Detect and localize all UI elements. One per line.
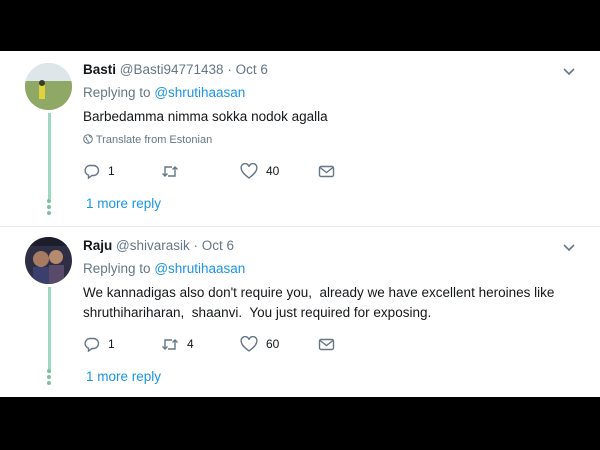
like-count: 40 (266, 164, 280, 178)
reply-count: 1 (108, 337, 115, 351)
heart-icon (240, 162, 258, 179)
more-replies-link[interactable]: 1 more reply (86, 196, 161, 211)
like-count: 60 (266, 337, 280, 351)
message-button[interactable] (318, 161, 335, 181)
envelope-icon (318, 338, 335, 350)
mention-link[interactable]: @shrutihaasan (154, 261, 245, 276)
timestamp[interactable]: Oct 6 (202, 238, 234, 253)
handle[interactable]: @Basti94771438 (120, 62, 224, 77)
tweet-actions: 1 4 60 (83, 334, 383, 354)
retweet-icon (162, 338, 178, 350)
tweet-basti[interactable]: Basti @Basti94771438 · Oct 6 Replying to… (0, 51, 600, 226)
separator: · (227, 62, 232, 77)
like-button[interactable]: 60 (240, 334, 279, 354)
avatar[interactable] (25, 237, 72, 284)
more-replies-link[interactable]: 1 more reply (86, 369, 161, 384)
tweet-header: Raju @shivarasik · Oct 6 (83, 238, 234, 253)
globe-icon (83, 134, 93, 144)
mention-link[interactable]: @shrutihaasan (154, 85, 245, 100)
thread-dots (47, 199, 53, 217)
like-button[interactable]: 40 (240, 161, 279, 181)
heart-icon (240, 335, 258, 352)
envelope-icon (318, 165, 335, 177)
chevron-down-icon[interactable] (563, 241, 575, 253)
timestamp[interactable]: Oct 6 (236, 62, 268, 77)
translate-label: Translate from Estonian (95, 134, 213, 146)
retweet-button[interactable]: 4 (161, 334, 194, 354)
message-button[interactable] (318, 334, 335, 354)
thread-dots (47, 369, 53, 387)
tweet-actions: 1 40 (83, 161, 383, 181)
reply-button[interactable]: 1 (83, 334, 115, 354)
handle[interactable]: @shivarasik (116, 238, 190, 253)
chevron-down-icon[interactable] (563, 65, 575, 77)
retweet-icon (162, 165, 178, 177)
replying-prefix: Replying to (83, 261, 151, 276)
tweet-header: Basti @Basti94771438 · Oct 6 (83, 62, 268, 77)
tweet-text: We kannadigas also don't require you, al… (83, 285, 559, 320)
replying-prefix: Replying to (83, 85, 151, 100)
translate-link[interactable]: Translate from Estonian (83, 134, 212, 146)
replying-to: Replying to @shrutihaasan (83, 261, 245, 276)
separator: · (193, 238, 199, 253)
retweet-count: 4 (187, 337, 194, 351)
reply-icon (84, 337, 100, 352)
reply-count: 1 (108, 164, 115, 178)
twitter-replies-panel: Basti @Basti94771438 · Oct 6 Replying to… (0, 51, 600, 397)
display-name[interactable]: Basti (83, 62, 116, 77)
reply-icon (84, 164, 100, 179)
replying-to: Replying to @shrutihaasan (83, 85, 245, 100)
thread-line (48, 113, 51, 199)
avatar[interactable] (25, 63, 72, 110)
tweet-text: Barbedamma nimma sokka nodok agalla (83, 109, 328, 124)
reply-button[interactable]: 1 (83, 161, 115, 181)
tweet-raju[interactable]: Raju @shivarasik · Oct 6 Replying to @sh… (0, 226, 600, 398)
retweet-button[interactable] (161, 161, 187, 181)
thread-line (48, 287, 51, 373)
display-name[interactable]: Raju (83, 238, 112, 253)
